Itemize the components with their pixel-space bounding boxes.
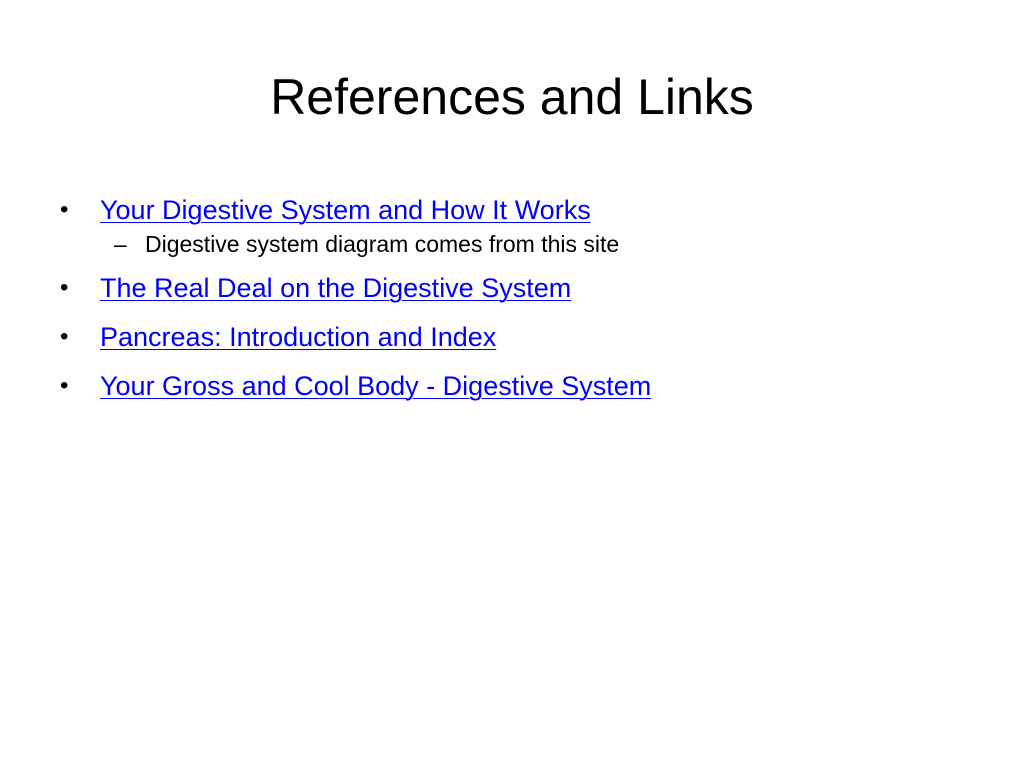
bullet-icon: • <box>60 323 69 350</box>
slide: References and Links • Your Digestive Sy… <box>0 0 1024 768</box>
list-item: • Your Digestive System and How It Works <box>56 190 976 230</box>
reference-list: • Your Digestive System and How It Works… <box>56 190 976 406</box>
dash-icon: – <box>114 231 127 257</box>
list-item: • The Real Deal on the Digestive System <box>56 268 976 308</box>
sub-list-item: – Digestive system diagram comes from th… <box>56 229 976 259</box>
link-gross-and-cool-body[interactable]: Your Gross and Cool Body - Digestive Sys… <box>100 371 651 401</box>
list-item: • Pancreas: Introduction and Index <box>56 317 976 357</box>
sub-item-text: Digestive system diagram comes from this… <box>145 231 620 257</box>
bullet-icon: • <box>60 372 69 399</box>
slide-title: References and Links <box>270 69 754 125</box>
bullet-icon: • <box>60 196 69 223</box>
list-item: • Your Gross and Cool Body - Digestive S… <box>56 366 976 406</box>
link-pancreas-introduction-index[interactable]: Pancreas: Introduction and Index <box>100 322 496 352</box>
link-real-deal-digestive-system[interactable]: The Real Deal on the Digestive System <box>100 273 571 303</box>
bullet-icon: • <box>60 274 69 301</box>
link-digestive-system-how-it-works[interactable]: Your Digestive System and How It Works <box>100 195 591 225</box>
